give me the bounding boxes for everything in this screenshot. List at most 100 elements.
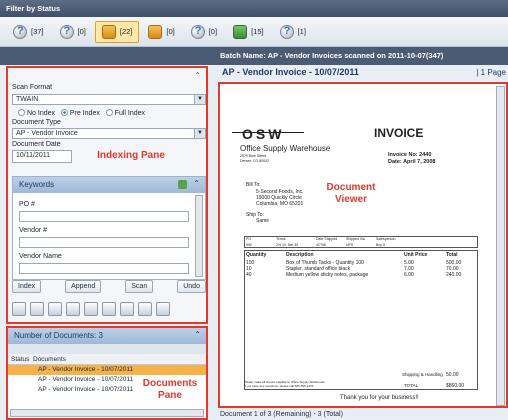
radio-full-index-label: Full Index	[114, 110, 146, 117]
item-2-qty: 40	[246, 272, 252, 278]
viewer-header: AP - Vendor Invoice - 10/07/2011 | 1 Page	[218, 67, 508, 81]
split-icon[interactable]	[120, 302, 134, 316]
indexing-pane-note: Indexing Pane	[97, 150, 165, 161]
rescan-icon[interactable]	[102, 302, 116, 316]
undo-button[interactable]: Undo	[177, 280, 206, 293]
status-filter-count: [1]	[297, 27, 306, 36]
terms-h0: PO	[246, 237, 252, 241]
chevron-down-icon: ▼	[194, 129, 205, 138]
keywords-title: Keywords	[19, 180, 55, 189]
keywords-header: Keywords ⌃	[13, 177, 205, 193]
doc-date-input[interactable]: 10/11/2011	[12, 150, 72, 163]
document-row[interactable]: AP - Vendor Invoice - 10/07/2011	[8, 365, 206, 375]
bill-to-line3: Columbia, MO 65201	[256, 201, 304, 207]
keywords-edit-icon[interactable]	[178, 180, 187, 189]
invoice-heading: INVOICE	[374, 126, 424, 140]
doc-type-select[interactable]: AP - Vendor Invoice ▼	[12, 128, 206, 139]
status-filter-count: [0]	[166, 27, 175, 36]
bill-to-label: Bill To:	[246, 182, 261, 188]
col-status[interactable]: Status	[11, 356, 33, 363]
status-filter-count: [15]	[251, 27, 264, 36]
status-filter-count: [0]	[208, 27, 218, 36]
terms-v2: 4/7/08	[316, 243, 326, 247]
item-2-total: 240.00	[446, 272, 462, 278]
first-page-icon[interactable]	[12, 302, 26, 316]
terms-v3: UPS	[346, 243, 354, 247]
field-label-vendor-name: Vendor Name	[19, 253, 62, 260]
scan-format-label: Scan Format	[12, 84, 53, 91]
radio-no-index-label: No Index	[27, 110, 56, 117]
collapse-icon[interactable]: ⌃	[194, 330, 201, 339]
question-icon	[190, 24, 205, 39]
filter-header: Filter by Status	[0, 0, 508, 17]
page-count-value: 1 Page	[480, 68, 506, 77]
vendor-name-input[interactable]	[19, 263, 189, 274]
total-label: TOTAL	[404, 383, 419, 388]
ship-to-line1: Same	[256, 218, 270, 224]
status-filter-button-6[interactable]: [1]	[273, 21, 313, 43]
item-2-unit: 6.00	[404, 272, 414, 278]
vendor-no-input[interactable]	[19, 237, 189, 248]
invoice-foot2: If you have any questions, please call 5…	[244, 384, 314, 388]
po-input[interactable]	[19, 211, 189, 222]
status-filter-button-0[interactable]: [37]	[6, 21, 51, 43]
user-assign-icon[interactable]	[156, 302, 170, 316]
scan-format-select[interactable]: TWAIN ▼	[12, 94, 206, 105]
terms-h4: Salesperson	[376, 237, 396, 241]
doc-date-label: Document Date	[12, 141, 61, 148]
total-value: $860.00	[446, 383, 465, 389]
user-edit-icon	[101, 24, 116, 39]
delete-page-icon[interactable]	[138, 302, 152, 316]
documents-hscrollbar[interactable]	[10, 409, 204, 417]
move-page-icon[interactable]	[84, 302, 98, 316]
index-mode-radios: No Index Pre Index Full Index	[18, 109, 145, 117]
invoice-date: Date: April 7, 2008	[388, 159, 436, 165]
invoice-company: Office Supply Warehouse	[240, 144, 331, 153]
item-2-desc: Medium yellow sticky notes, package	[286, 272, 369, 278]
question-icon	[59, 24, 74, 39]
chevron-down-icon: ▼	[194, 95, 205, 104]
keywords-scrollbar[interactable]	[195, 195, 203, 277]
doc-type-label: Document Type	[12, 119, 61, 126]
field-label-po: PO #	[19, 201, 35, 208]
radio-pre-index[interactable]	[60, 109, 68, 116]
field-label-vendor-no: Vendor #	[19, 227, 48, 234]
batch-name: Batch Name: AP - Vendor Invoices scanned…	[220, 51, 444, 60]
terms-h3: Shipped Via	[346, 237, 365, 241]
index-button[interactable]: Index	[12, 280, 42, 293]
append-button[interactable]: Append	[65, 280, 102, 293]
items-h0: Quantity	[246, 252, 267, 258]
question-icon	[279, 24, 294, 39]
viewer-scrollbar[interactable]	[496, 86, 505, 406]
documents-columns: Status Documents	[8, 354, 206, 365]
status-filter-button-2[interactable]: [22]	[94, 20, 140, 43]
collapse-icon[interactable]: ⌃	[194, 71, 201, 80]
logo-line	[232, 132, 304, 133]
next-page-icon[interactable]	[66, 302, 80, 316]
collapse-icon[interactable]: ⌃	[193, 179, 200, 188]
insert-page-icon[interactable]	[48, 302, 62, 316]
prev-page-icon[interactable]	[30, 302, 44, 316]
viewer-title: AP - Vendor Invoice - 10/07/2011	[222, 67, 359, 77]
check-doc-icon	[233, 24, 248, 39]
status-filter-button-1[interactable]: [0]	[53, 21, 93, 43]
document-viewer[interactable]: OSW Office Supply Warehouse 2579 Blue St…	[218, 82, 508, 408]
status-filter-button-3[interactable]: [0]	[141, 21, 181, 43]
status-filter-button-4[interactable]: [0]	[184, 21, 224, 43]
shipping-label: Shipping & Handling	[402, 372, 443, 377]
documents-pane-note: Documents Pane	[142, 378, 198, 401]
items-h3: Total	[446, 252, 458, 258]
status-filter-button-5[interactable]: [15]	[226, 21, 271, 43]
documents-count: Number of Documents: 3	[14, 331, 103, 340]
filter-title: Filter by Status	[6, 4, 61, 13]
items-h1: Description	[286, 252, 314, 258]
items-table	[244, 250, 478, 390]
question-icon	[13, 24, 27, 39]
radio-no-index[interactable]	[18, 109, 25, 116]
scan-button[interactable]: Scan	[125, 280, 154, 293]
shipping-value: 50.00	[446, 372, 459, 378]
col-documents[interactable]: Documents	[33, 356, 66, 363]
documents-pane: Number of Documents: 3 ⌃ Status Documents …	[6, 326, 208, 420]
invoice-addr1: 2579 Blue Street	[240, 154, 267, 158]
radio-full-index[interactable]	[105, 109, 113, 116]
